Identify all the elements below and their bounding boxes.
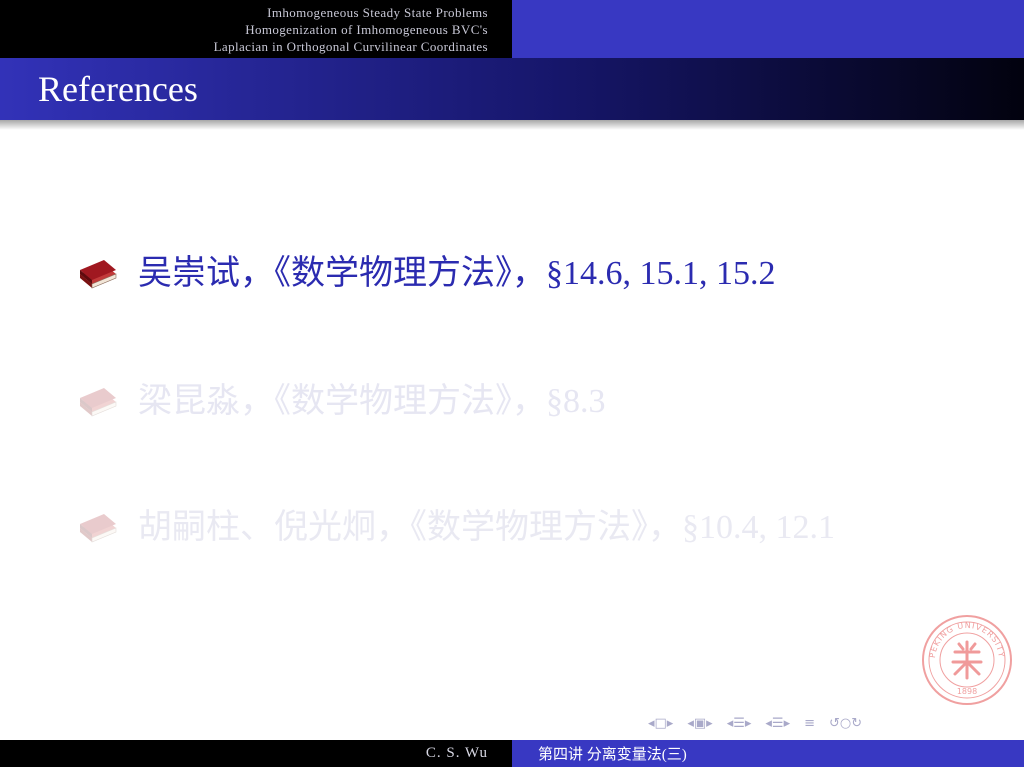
frame-title: References [38,69,198,109]
book-icon [80,388,117,417]
book-icon [80,260,117,289]
nav-search-icon[interactable]: ↺○↻ [829,716,862,731]
beamer-navigation: ◂□▸ ◂▣▸ ◂☰▸ ◂☰▸ ≡ ↺○↻ [648,716,862,731]
nav-frame-icon[interactable]: ◂□▸ [648,716,673,731]
header-blank [512,0,1024,58]
header-section-2[interactable]: Homogenization of Imhomogeneous BVC's [245,21,488,38]
footer-author-box: C. S. Wu [0,740,512,767]
reference-text: 吴崇试，《数学物理方法》，§14.6, 15.1, 15.2 [138,255,776,292]
logo-year: 1898 [957,687,977,696]
reference-item-3: 胡嗣柱、倪光炯，《数学物理方法》，§10.4, 12.1 [78,506,938,550]
header-section-3[interactable]: Laplacian in Orthogonal Curvilinear Coor… [214,38,488,55]
nav-section-icon[interactable]: ◂☰▸ [727,716,752,731]
book-icon [80,514,117,543]
reference-item-1: 吴崇试，《数学物理方法》，§14.6, 15.1, 15.2 [78,252,776,296]
nav-align-icon[interactable]: ≡ [804,716,815,731]
footer-lecture-box: 第四讲 分离变量法(三) [512,740,1024,767]
header-sections: Imhomogeneous Steady State Problems Homo… [0,0,512,58]
reference-text: 胡嗣柱、倪光炯，《数学物理方法》，§10.4, 12.1 [138,509,835,546]
header-bar: Imhomogeneous Steady State Problems Homo… [0,0,1024,58]
nav-doc-icon[interactable]: ◂☰▸ [765,716,790,731]
footer-bar: C. S. Wu 第四讲 分离变量法(三) [0,740,1024,767]
reference-item-2: 梁昆淼，《数学物理方法》，§8.3 [78,380,606,424]
title-shadow [0,120,1024,130]
reference-text: 梁昆淼，《数学物理方法》，§8.3 [138,383,606,420]
footer-author: C. S. Wu [425,745,488,761]
frame-title-bar: References [0,58,1024,120]
footer-lecture: 第四讲 分离变量法(三) [538,747,687,763]
nav-subsection-icon[interactable]: ◂▣▸ [687,716,712,731]
university-logo: PEKING UNIVERSITY 1898 [922,615,1012,705]
header-section-1[interactable]: Imhomogeneous Steady State Problems [267,4,488,21]
